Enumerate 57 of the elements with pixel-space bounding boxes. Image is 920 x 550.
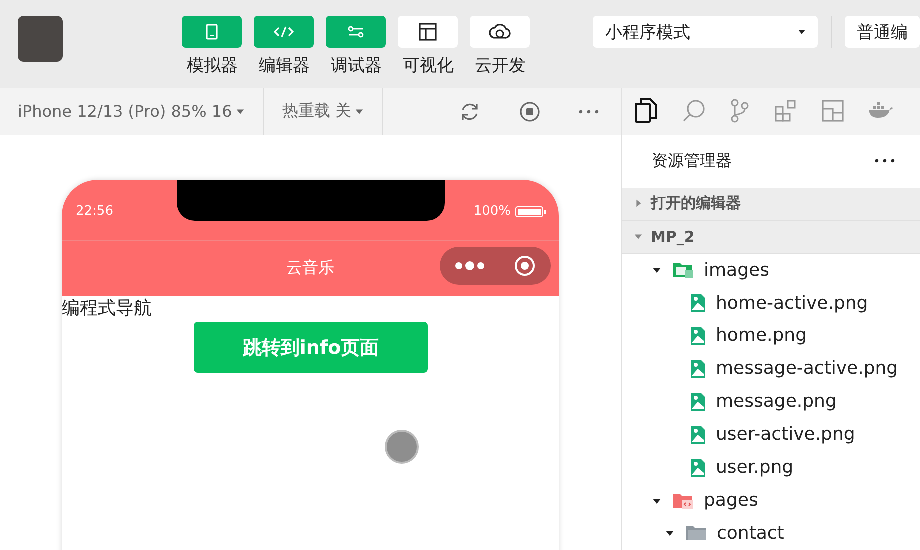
compile-select[interactable]: 普通编	[845, 16, 920, 48]
toolbar-label: 编辑器	[258, 55, 310, 77]
image-file-icon	[690, 326, 706, 346]
battery-icon	[515, 206, 547, 218]
explorer-section[interactable]: 打开的编辑器	[622, 188, 920, 221]
tree-item[interactable]: images	[704, 260, 770, 281]
files-icon[interactable]	[634, 98, 658, 124]
tree-item[interactable]: user-active.png	[716, 424, 856, 446]
image-file-icon	[690, 458, 706, 478]
tree-item[interactable]: user.png	[716, 457, 794, 478]
toolbar-label: 模拟器	[186, 55, 238, 77]
explorer-title: 资源管理器	[652, 150, 732, 172]
toolbar-toggle[interactable]	[254, 16, 314, 48]
layout-icon	[419, 23, 438, 41]
caret-icon[interactable]	[665, 528, 675, 538]
toolbar-label: 云开发	[474, 55, 526, 77]
image-file-icon	[690, 293, 706, 314]
code-icon	[273, 26, 296, 38]
toolbar-toggle[interactable]	[470, 16, 530, 48]
tree-item[interactable]: home-active.png	[716, 292, 868, 314]
status-time: 22:56	[76, 204, 114, 219]
cloud-icon	[489, 24, 512, 40]
mode-select[interactable]: 小程序模式	[593, 16, 818, 48]
explorer-section[interactable]: MP_2	[622, 220, 920, 254]
caret-icon[interactable]	[652, 265, 662, 276]
tree-item[interactable]: message.png	[716, 391, 837, 412]
tree-item[interactable]: message-active.png	[716, 358, 898, 380]
avatar[interactable]	[18, 16, 64, 62]
tree-item[interactable]: pages	[704, 490, 758, 512]
slider-settings-icon	[347, 26, 366, 38]
toolbar-label: 调试器	[330, 55, 382, 77]
toolbar-toggle[interactable]	[326, 16, 386, 48]
more-icon[interactable]	[875, 159, 895, 164]
branch-icon[interactable]	[730, 99, 750, 124]
image-file-icon	[690, 424, 706, 445]
image-file-icon	[690, 392, 706, 412]
caret-icon[interactable]	[798, 28, 806, 36]
capsule-menu[interactable]	[440, 247, 551, 285]
tree-item[interactable]: home.png	[716, 325, 808, 346]
folder-icon	[685, 524, 707, 542]
stop-icon[interactable]	[519, 100, 541, 122]
battery-percent: 100%	[474, 204, 511, 219]
search-icon[interactable]	[682, 99, 706, 124]
toolbar-label: 可视化	[402, 55, 454, 77]
extensions-icon[interactable]	[774, 99, 798, 124]
tree-item[interactable]: contact	[717, 522, 784, 544]
layout-icon[interactable]	[822, 100, 844, 122]
whale-icon[interactable]	[868, 102, 894, 120]
phone-icon	[206, 24, 218, 40]
code-folder-icon	[672, 492, 694, 510]
toolbar-toggle[interactable]	[182, 16, 242, 48]
toolbar-toggle[interactable]	[398, 16, 458, 48]
nav-title: 云音乐	[286, 258, 334, 279]
close-icon[interactable]	[514, 255, 536, 277]
image-file-icon	[690, 358, 706, 379]
page-text: 编程式导航	[62, 297, 153, 320]
image-folder-icon	[672, 261, 694, 280]
